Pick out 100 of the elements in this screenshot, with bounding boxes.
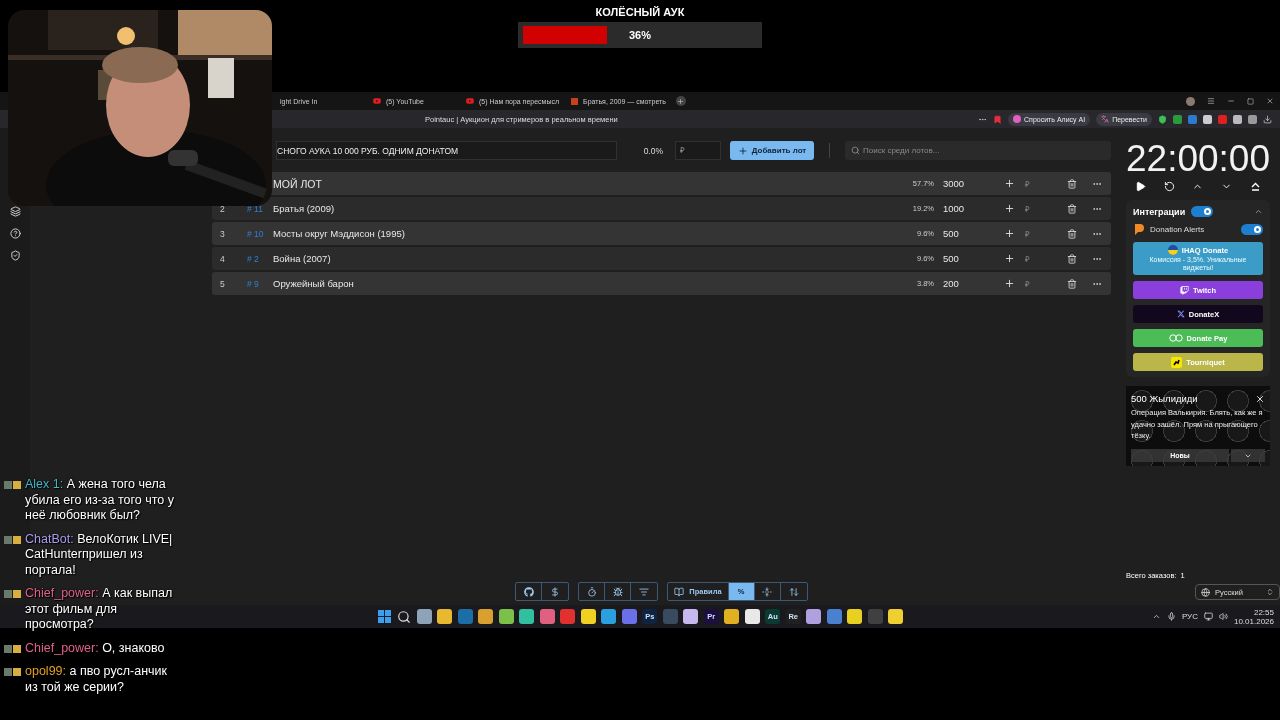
lot-index: 3: [220, 229, 225, 239]
lot-name: МОЙ ЛОТ: [273, 177, 323, 190]
lot-amount: 500: [942, 253, 960, 264]
lot-amount: 1000: [942, 203, 966, 214]
badge-icon: [4, 534, 22, 545]
bookmark-icon[interactable]: [993, 114, 1003, 124]
search-field[interactable]: Поиск среди лотов...: [845, 141, 1111, 160]
chat-message: ChatBot: ВелоКотик LIVE| CatHunterпришел из портала!: [25, 531, 174, 578]
new-tab-button[interactable]: [675, 96, 686, 106]
plus-icon[interactable]: [1004, 178, 1015, 189]
trash-icon[interactable]: [1066, 228, 1077, 239]
windows-icon[interactable]: [376, 609, 392, 624]
trash-icon[interactable]: [1066, 253, 1077, 264]
app-icon[interactable]: [580, 609, 596, 624]
lot-amount: 500: [942, 228, 960, 239]
app-icon[interactable]: [519, 609, 535, 624]
lot-index: 4: [220, 254, 225, 264]
globe-icon: [1201, 587, 1210, 597]
badge-icon: [4, 643, 22, 654]
app-icon[interactable]: [806, 609, 822, 624]
shield-check-icon[interactable]: [9, 250, 21, 261]
input-language[interactable]: РУС: [1181, 612, 1198, 621]
trash-icon[interactable]: [1066, 203, 1077, 214]
app-icon[interactable]: [888, 609, 904, 624]
lot-id: # 9: [246, 279, 259, 289]
book-icon: [674, 586, 685, 597]
shield-icon[interactable]: [1158, 114, 1167, 124]
plus-icon[interactable]: [1004, 203, 1015, 214]
list-icon: [639, 586, 650, 597]
currency-sign: ₽: [1024, 204, 1031, 214]
profile-avatar[interactable]: [1186, 96, 1195, 106]
chat-message: Chief_power: О, знаково: [25, 640, 165, 656]
currency-sign: ₽: [1024, 254, 1031, 264]
title-field[interactable]: СНОГО АУКА 10 000 РУБ. ОДНИМ ДОНАТОМ: [276, 141, 617, 160]
film-icon: [571, 97, 579, 105]
plus-icon[interactable]: [1004, 228, 1015, 239]
app-icon[interactable]: [498, 609, 514, 624]
tray-chevron-icon[interactable]: [1151, 612, 1161, 621]
toggle-switch[interactable]: [1191, 206, 1214, 217]
app-icon[interactable]: [724, 609, 740, 624]
trash-icon[interactable]: [1066, 178, 1077, 189]
app-icon[interactable]: [416, 609, 432, 624]
notification-title: 500 Жылидиди: [1131, 393, 1198, 404]
app-icon[interactable]: [744, 609, 760, 624]
service-name: Donation Alerts: [1150, 225, 1205, 234]
app-icon[interactable]: [478, 609, 494, 624]
translate-icon: [1101, 115, 1110, 123]
help-icon[interactable]: [9, 228, 21, 239]
chat-message: Alex 1: А жена того чела убила его из-за того что у неё любовник был?: [25, 477, 175, 524]
flag-icon: [1167, 245, 1178, 255]
mic-icon[interactable]: [1166, 612, 1176, 621]
badge-icon: [4, 480, 22, 490]
fold-icon: [762, 586, 773, 597]
search-icon: [851, 146, 860, 155]
app-icon[interactable]: [437, 609, 453, 624]
eyes-icon: [1168, 334, 1183, 342]
monitor-icon[interactable]: [1203, 612, 1213, 621]
amount-field[interactable]: ₽: [675, 141, 721, 160]
lot-amount: 3000: [942, 178, 966, 189]
plus-icon[interactable]: [1004, 253, 1015, 264]
restore-icon[interactable]: [1247, 97, 1254, 105]
lot-id: # 10: [246, 229, 264, 239]
lot-id: # 11: [246, 204, 263, 214]
lot-id: # 2: [246, 254, 259, 264]
app-icon[interactable]: [601, 609, 617, 624]
app-icon[interactable]: [683, 609, 699, 624]
trash-icon[interactable]: [1066, 278, 1077, 289]
lot-name: Мосты округ Мэддисон (1995): [273, 228, 406, 239]
chat-message: opol99: а пво русл-анчик из той же серии?: [25, 664, 169, 695]
volume-icon[interactable]: [1218, 612, 1228, 621]
plus-icon[interactable]: [1004, 278, 1015, 289]
download-icon[interactable]: [1263, 114, 1272, 124]
play-icon[interactable]: [1134, 181, 1146, 192]
lot-name: Братья (2009): [273, 203, 336, 214]
close-icon[interactable]: [1255, 393, 1265, 404]
circle-icon: [1013, 115, 1022, 123]
plus-icon: [737, 145, 748, 156]
badge-icon: [4, 667, 22, 677]
github-icon: [523, 586, 534, 597]
toggle-switch[interactable]: [1241, 224, 1263, 235]
chevron-line-icon[interactable]: [1250, 181, 1262, 192]
clock-date: 10.01.2026: [1233, 616, 1274, 626]
search-icon[interactable]: [397, 609, 412, 624]
currency-sign: ₽: [1024, 179, 1031, 189]
currency-sign: ₽: [1024, 229, 1031, 239]
app-icon[interactable]: [847, 609, 863, 624]
menu-icon[interactable]: [1207, 97, 1215, 105]
add-lot-button[interactable]: Добавить лот: [730, 141, 814, 160]
bug-icon: [612, 586, 623, 597]
widget-title: КОЛЁСНЫЙ АУК: [595, 6, 685, 18]
lot-name: Война (2007): [273, 253, 332, 264]
chevrons-icon: [1266, 588, 1274, 596]
percent-text: 0.0%: [642, 144, 663, 158]
x-icon: [1176, 310, 1185, 318]
collapse-icon[interactable]: [1254, 207, 1263, 216]
youtube-icon: [466, 97, 474, 105]
currency-sign: ₽: [1024, 279, 1031, 289]
restart-icon[interactable]: [1163, 181, 1175, 192]
sort-arrows-icon: [788, 586, 799, 597]
layers-icon[interactable]: [9, 206, 21, 217]
